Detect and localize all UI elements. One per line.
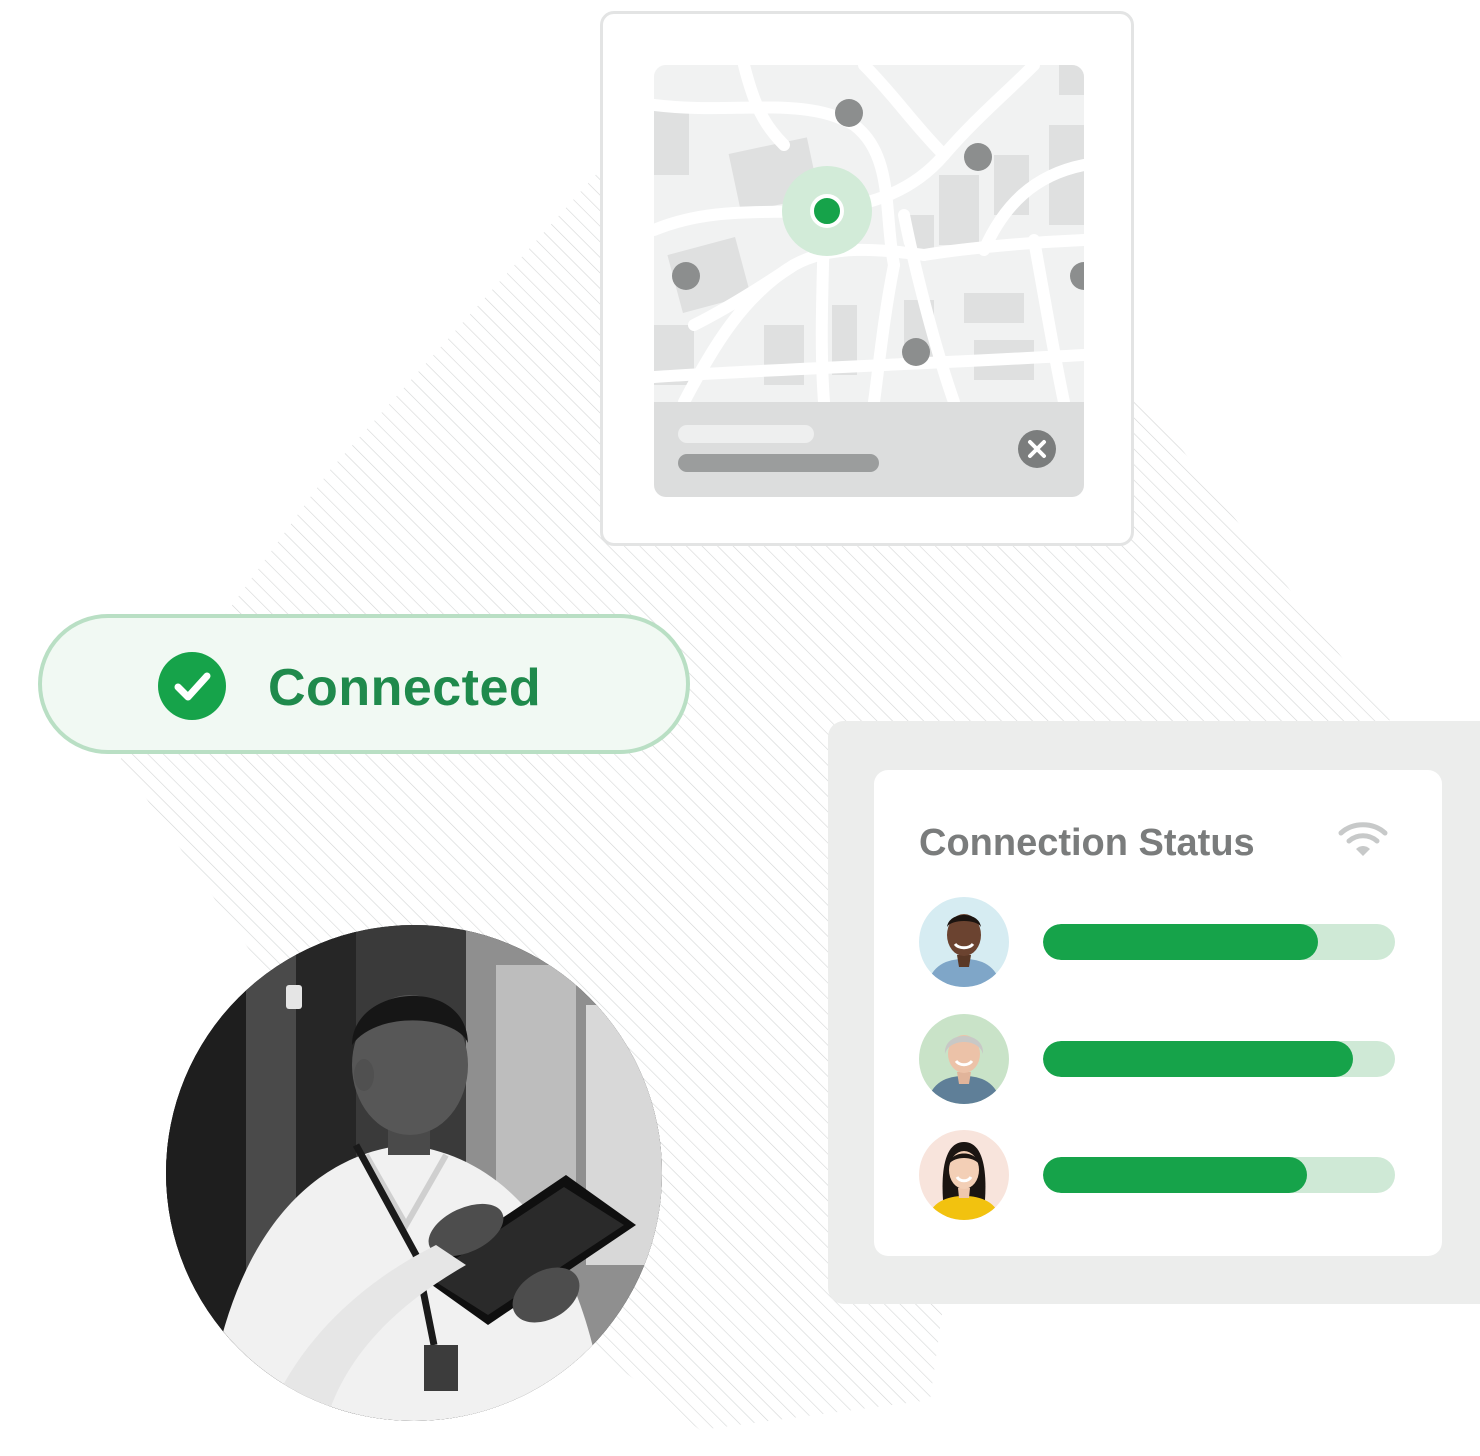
connected-label: Connected (268, 659, 542, 717)
map-card (600, 11, 1134, 546)
user-connection-row (919, 1014, 1399, 1106)
connection-strength-bar (1043, 1041, 1395, 1077)
placeholder-line (678, 425, 814, 443)
progress-fill (1043, 1041, 1353, 1077)
map-info-panel (654, 402, 1084, 497)
close-icon (1028, 440, 1046, 458)
progress-fill (1043, 1157, 1307, 1193)
check-circle-icon (158, 652, 226, 720)
connection-status-panel: Connection Status (828, 721, 1480, 1304)
avatar (919, 1130, 1009, 1220)
map-view[interactable] (654, 65, 1084, 402)
connected-status-badge: Connected (38, 614, 690, 754)
placeholder-line (678, 454, 879, 472)
user-connection-row (919, 1130, 1399, 1222)
avatar (919, 897, 1009, 987)
close-button[interactable] (1018, 430, 1056, 468)
connection-strength-bar (1043, 924, 1395, 960)
avatar (919, 1014, 1009, 1104)
map-streets (654, 65, 1084, 402)
connection-strength-bar (1043, 1157, 1395, 1193)
wifi-icon (1338, 822, 1388, 856)
person-with-tablet-photo (166, 925, 662, 1421)
card-title: Connection Status (919, 822, 1255, 864)
progress-fill (1043, 924, 1318, 960)
user-connection-row (919, 897, 1399, 989)
connection-status-card: Connection Status (874, 770, 1442, 1256)
